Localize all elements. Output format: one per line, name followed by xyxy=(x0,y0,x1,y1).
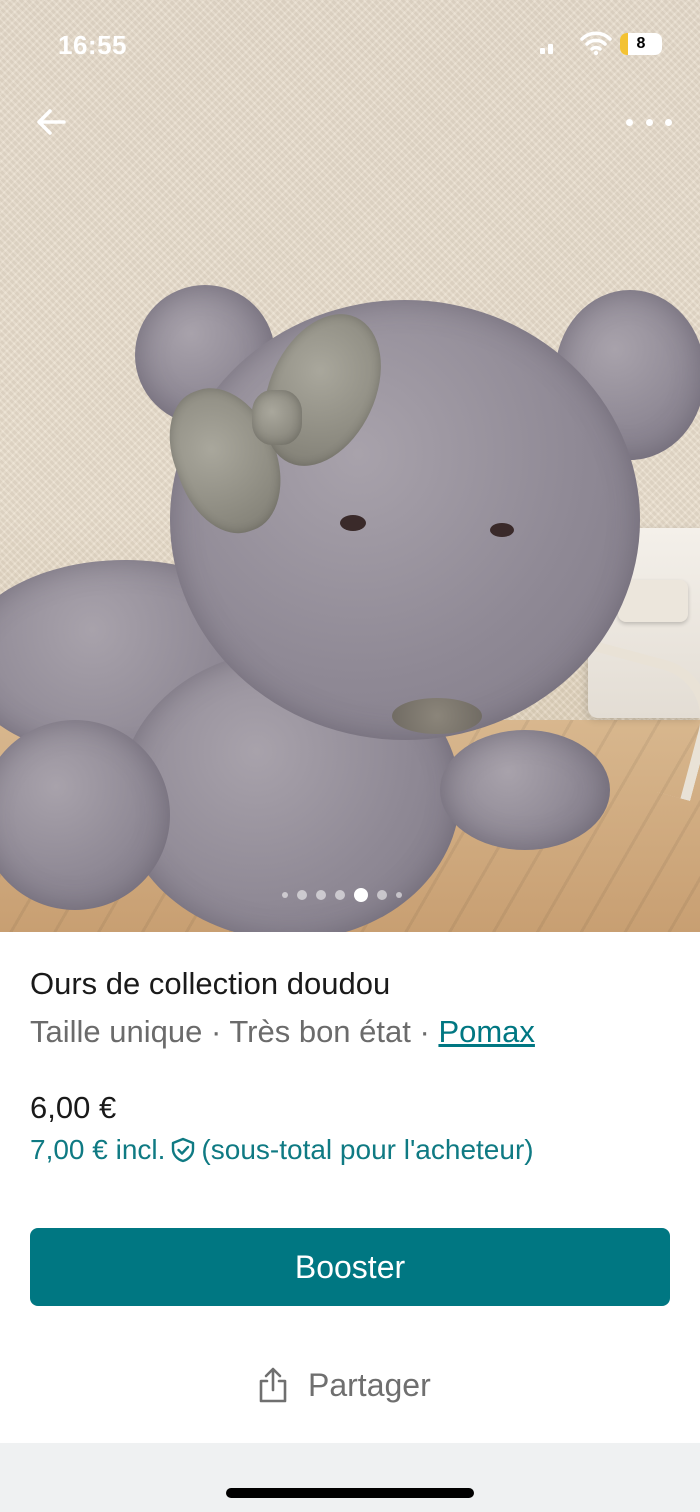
gallery-pagination xyxy=(282,888,402,902)
item-title: Ours de collection doudou xyxy=(30,966,391,1001)
bear-eye-left xyxy=(340,515,366,531)
wifi-icon xyxy=(580,31,612,56)
page-dot[interactable] xyxy=(316,890,326,900)
share-label: Partager xyxy=(308,1366,431,1403)
bear-leg-right xyxy=(440,730,610,850)
bottom-strip xyxy=(0,1443,700,1512)
separator: · xyxy=(202,1014,230,1049)
shield-check-icon xyxy=(172,1137,195,1163)
item-price: 6,00 € xyxy=(30,1090,117,1125)
bear-nose xyxy=(392,698,482,734)
item-size: Taille unique xyxy=(30,1014,203,1049)
bear-bow-knot xyxy=(252,390,302,445)
share-button[interactable]: Partager xyxy=(256,1366,431,1404)
separator: · xyxy=(410,1014,439,1049)
ellipsis-dot xyxy=(665,118,672,126)
page-dot[interactable] xyxy=(396,892,402,898)
page-dot[interactable] xyxy=(335,890,345,900)
price-incl-value: 7,00 € incl. xyxy=(30,1134,166,1165)
arrow-left-icon xyxy=(37,109,66,135)
ellipsis-icon xyxy=(626,118,633,126)
item-photo[interactable] xyxy=(0,0,700,932)
price-with-protection[interactable]: 7,00 € incl. (sous-total pour l'acheteur… xyxy=(30,1134,534,1166)
page-dot[interactable] xyxy=(377,890,387,900)
booster-button[interactable]: Booster xyxy=(30,1228,670,1306)
item-details: Taille unique · Très bon état · Pomax xyxy=(30,1014,535,1050)
page-dot-active[interactable] xyxy=(354,888,368,902)
share-icon xyxy=(259,1367,287,1403)
page-dot[interactable] xyxy=(297,890,307,900)
battery-level: 8 xyxy=(636,35,646,52)
back-button[interactable] xyxy=(30,100,74,144)
buyer-subtotal-note: (sous-total pour l'acheteur) xyxy=(201,1134,534,1165)
ellipsis-dot xyxy=(645,118,653,126)
battery-icon: 8 xyxy=(620,33,662,55)
status-bar: 16:55 8 xyxy=(0,0,700,90)
bear-eye-right xyxy=(490,523,514,537)
item-condition: Très bon état xyxy=(229,1014,411,1049)
home-indicator[interactable] xyxy=(226,1488,474,1498)
signal-icon xyxy=(540,38,556,54)
brand-link[interactable]: Pomax xyxy=(438,1014,534,1049)
page-dot[interactable] xyxy=(282,892,288,898)
more-options-button[interactable] xyxy=(626,110,672,134)
status-time: 16:55 xyxy=(58,30,127,60)
